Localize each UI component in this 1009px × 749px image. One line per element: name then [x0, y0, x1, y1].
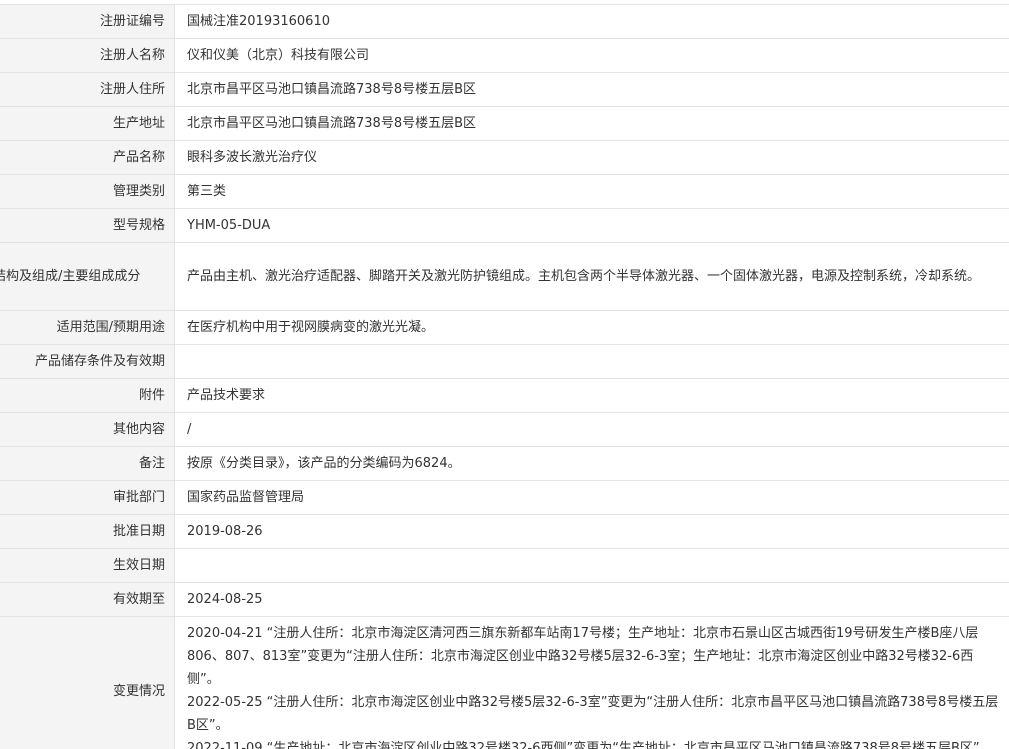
field-label: 其他内容 — [0, 412, 175, 447]
field-value — [174, 548, 1009, 583]
field-label: 管理类别 — [0, 174, 175, 209]
field-label: 注册人住所 — [0, 72, 175, 107]
field-value: 北京市昌平区马池口镇昌流路738号8号楼五层B区 — [174, 106, 1009, 141]
change-entry: 2022-11-09 “生产地址：北京市海淀区创业中路32号楼32-6西侧”变更… — [187, 741, 993, 749]
field-label: 产品储存条件及有效期 — [0, 344, 175, 379]
field-value: 国械注准20193160610 — [174, 4, 1009, 39]
field-label: 结构及组成/主要组成成分 — [0, 242, 175, 311]
field-label: 产品名称 — [0, 140, 175, 175]
field-label: 注册人名称 — [0, 38, 175, 73]
row-registrant-address: 注册人住所 北京市昌平区马池口镇昌流路738号8号楼五层B区 — [0, 72, 1009, 107]
row-registration-number: 注册证编号 国械注准20193160610 — [0, 4, 1009, 39]
row-intended-use: 适用范围/预期用途 在医疗机构中用于视网膜病变的激光光凝。 — [0, 310, 1009, 345]
row-structure-composition: 结构及组成/主要组成成分 产品由主机、激光治疗适配器、脚踏开关及激光防护镜组成。… — [0, 242, 1009, 311]
row-management-category: 管理类别 第三类 — [0, 174, 1009, 209]
registration-detail-page: 注册证编号 国械注准20193160610 注册人名称 仪和仪美（北京）科技有限… — [0, 0, 1009, 749]
field-label: 批准日期 — [0, 514, 175, 549]
registration-detail-table: 注册证编号 国械注准20193160610 注册人名称 仪和仪美（北京）科技有限… — [0, 4, 1009, 749]
field-label: 注册证编号 — [0, 4, 175, 39]
row-change-history: 变更情况 2020-04-21 “注册人住所：北京市海淀区清河西三旗东新都车站南… — [0, 616, 1009, 749]
field-value: 2019-08-26 — [174, 514, 1009, 549]
field-label: 生效日期 — [0, 548, 175, 583]
row-storage-conditions: 产品储存条件及有效期 — [0, 344, 1009, 379]
field-label: 附件 — [0, 378, 175, 413]
row-remarks: 备注 按原《分类目录》，该产品的分类编码为6824。 — [0, 446, 1009, 481]
field-label-text: 结构及组成/主要组成成分 — [0, 269, 141, 284]
field-label: 有效期至 — [0, 582, 175, 617]
row-other-content: 其他内容 / — [0, 412, 1009, 447]
field-value: 第三类 — [174, 174, 1009, 209]
field-value: 眼科多波长激光治疗仪 — [174, 140, 1009, 175]
row-valid-until: 有效期至 2024-08-25 — [0, 582, 1009, 617]
field-value: 产品技术要求 — [174, 378, 1009, 413]
row-approval-date: 批准日期 2019-08-26 — [0, 514, 1009, 549]
field-label: 型号规格 — [0, 208, 175, 243]
field-label: 备注 — [0, 446, 175, 481]
field-value: 仪和仪美（北京）科技有限公司 — [174, 38, 1009, 73]
field-value: / — [174, 412, 1009, 447]
change-entry: 2020-04-21 “注册人住所：北京市海淀区清河西三旗东新都车站南17号楼；… — [187, 626, 979, 687]
field-label: 生产地址 — [0, 106, 175, 141]
field-value: YHM-05-DUA — [174, 208, 1009, 243]
field-value: 2024-08-25 — [174, 582, 1009, 617]
row-production-address: 生产地址 北京市昌平区马池口镇昌流路738号8号楼五层B区 — [0, 106, 1009, 141]
row-registrant-name: 注册人名称 仪和仪美（北京）科技有限公司 — [0, 38, 1009, 73]
row-attachment: 附件 产品技术要求 — [0, 378, 1009, 413]
field-value — [174, 344, 1009, 379]
field-label: 审批部门 — [0, 480, 175, 515]
field-value: 产品由主机、激光治疗适配器、脚踏开关及激光防护镜组成。主机包含两个半导体激光器、… — [174, 242, 1009, 311]
field-value: 按原《分类目录》，该产品的分类编码为6824。 — [174, 446, 1009, 481]
field-value: 国家药品监督管理局 — [174, 480, 1009, 515]
field-label: 适用范围/预期用途 — [0, 310, 175, 345]
row-product-name: 产品名称 眼科多波长激光治疗仪 — [0, 140, 1009, 175]
field-label: 变更情况 — [0, 616, 175, 749]
field-value: 北京市昌平区马池口镇昌流路738号8号楼五层B区 — [174, 72, 1009, 107]
row-approval-department: 审批部门 国家药品监督管理局 — [0, 480, 1009, 515]
row-model-spec: 型号规格 YHM-05-DUA — [0, 208, 1009, 243]
change-history-list: 2020-04-21 “注册人住所：北京市海淀区清河西三旗东新都车站南17号楼；… — [174, 616, 1009, 749]
field-value: 在医疗机构中用于视网膜病变的激光光凝。 — [174, 310, 1009, 345]
row-effective-date: 生效日期 — [0, 548, 1009, 583]
change-entry: 2022-05-25 “注册人住所：北京市海淀区创业中路32号楼5层32-6-3… — [187, 695, 999, 733]
